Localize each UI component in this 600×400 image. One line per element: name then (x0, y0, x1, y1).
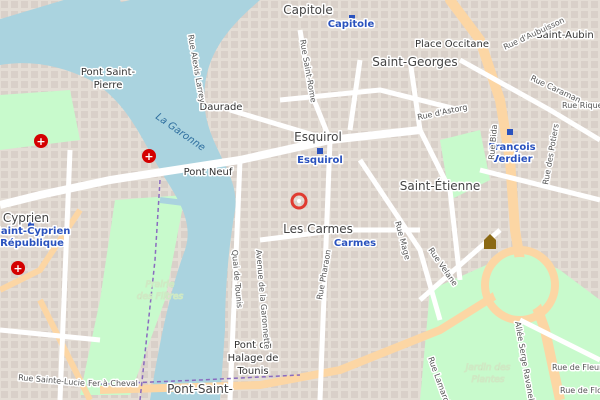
place-label-pont-du-halage-2: Halage de (228, 353, 279, 364)
metro-label-capitole: Capitole (328, 19, 375, 30)
metro-label-saint-cyprien: Saint-Cyprien (0, 226, 70, 237)
metro-station-icon[interactable] (317, 148, 323, 154)
street-label: Rue Riquet (562, 101, 600, 110)
street-label: Rue de Fleurance (552, 363, 600, 372)
place-label-saint-georges: Saint-Georges (372, 55, 457, 69)
place-label-pont-neuf: Pont Neuf (184, 167, 233, 178)
metro-station-icon[interactable] (507, 129, 513, 135)
metro-label-esquirol: Esquirol (297, 155, 343, 166)
roundabout-centre (492, 257, 548, 313)
hospital-icon[interactable]: + (142, 149, 156, 163)
svg-text:+: + (36, 135, 45, 148)
place-label-saint-etienne: Saint-Étienne (400, 178, 481, 193)
place-label-les-carmes: Les Carmes (283, 222, 353, 236)
place-label-pont-saint-pierre-2: Pierre (94, 80, 123, 91)
map-canvas[interactable]: + + + Capitole Saint-Aubin Place Occitan… (0, 0, 600, 400)
hospital-icon[interactable]: + (11, 261, 25, 275)
park-label-jardin-2: Plantes (472, 375, 505, 385)
place-label-esquirol: Esquirol (294, 130, 342, 144)
place-label-pont-saint-pierre: Pont Saint- (81, 67, 136, 78)
street-label: Rue de Flo (560, 386, 600, 395)
place-label-place-occitane: Place Occitane (415, 39, 489, 50)
park-label-jardin: Jardin des (464, 363, 511, 373)
park-label-prairie-2: des Filtres (137, 292, 184, 302)
hospital-icon[interactable]: + (34, 134, 48, 148)
metro-label-saint-cyprien-2: République (0, 237, 64, 249)
place-label-cyprien: Cyprien (3, 211, 49, 225)
svg-text:+: + (13, 262, 22, 275)
place-label-capitole: Capitole (283, 3, 332, 17)
map-view[interactable]: + + + Capitole Saint-Aubin Place Occitan… (0, 0, 600, 400)
metro-label-francois-verdier-2: Verdier (491, 154, 532, 165)
place-label-pont-saint-michel: Pont-Saint- (167, 382, 233, 396)
svg-text:+: + (144, 150, 153, 163)
park-label-prairie: Prairie (146, 280, 175, 290)
metro-label-carmes: Carmes (334, 238, 376, 249)
place-label-daurade: Daurade (200, 102, 243, 113)
place-label-pont-du-halage-3: Tounis (236, 366, 268, 377)
street-label: Fer à Cheval (88, 379, 138, 388)
